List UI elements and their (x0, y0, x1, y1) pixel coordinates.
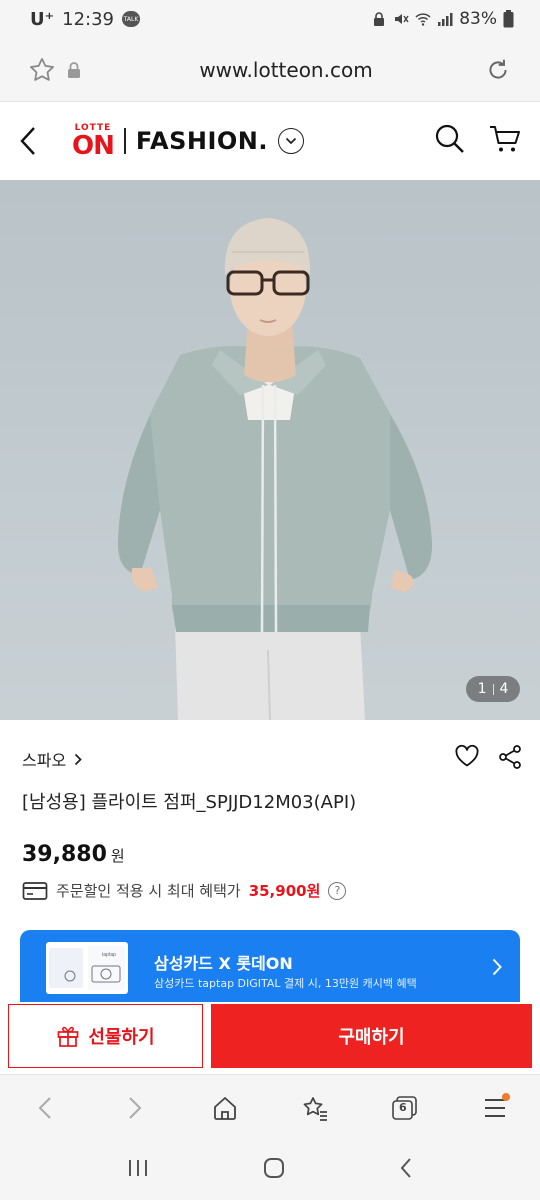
browser-home-button[interactable] (203, 1086, 247, 1130)
system-back-button[interactable] (399, 1157, 413, 1183)
recent-apps-icon (128, 1160, 147, 1176)
system-navigation-bar (0, 1140, 540, 1200)
back-button[interactable] (18, 121, 48, 161)
home-icon (214, 1096, 236, 1120)
chevron-left-icon (400, 1158, 412, 1178)
url-field[interactable]: www.lotteon.com (90, 58, 482, 82)
battery-percent: 83% (459, 9, 497, 29)
home-button[interactable] (262, 1156, 286, 1184)
bookmark-star-icon (303, 1096, 327, 1121)
browser-back-button[interactable] (23, 1086, 67, 1130)
gift-icon (58, 1026, 79, 1047)
chevron-right-icon (492, 958, 502, 976)
product-image[interactable]: 1 4 (0, 180, 540, 720)
browser-forward-button[interactable] (113, 1086, 157, 1130)
reload-button[interactable] (482, 54, 514, 86)
notification-dot (502, 1092, 510, 1101)
wishlist-button[interactable] (454, 744, 480, 774)
logo-big-text: ON (72, 130, 115, 161)
app-header: LOTTE ON FASHION. (0, 102, 540, 180)
browser-bookmarks-button[interactable] (293, 1086, 337, 1130)
logo-divider (123, 128, 126, 154)
recent-apps-button[interactable] (127, 1158, 149, 1182)
card-icon (22, 881, 48, 900)
product-price: 39,880 (22, 842, 107, 867)
promo-title: 삼성카드 X 롯데ON (154, 954, 293, 973)
shop-name-label: 스파오 (22, 751, 67, 770)
browser-toolbar: 6 (0, 1074, 540, 1140)
secure-lock-indicator[interactable] (58, 54, 90, 86)
promo-subtitle: 삼성카드 taptap DIGITAL 결제 시, 13만원 캐시백 혜택 (154, 977, 417, 990)
carrier-label: U⁺ (30, 8, 55, 30)
info-icon[interactable]: ? (328, 881, 347, 900)
buy-button[interactable]: 구매하기 (211, 1004, 532, 1068)
browser-tabs-button[interactable]: 6 (383, 1086, 427, 1130)
browser-menu-button[interactable] (473, 1086, 517, 1130)
buy-button-label: 구매하기 (338, 1027, 405, 1048)
lock-icon (68, 61, 80, 78)
image-counter: 1 4 (466, 676, 520, 702)
reload-icon (489, 59, 507, 78)
gift-button[interactable]: 선물하기 (8, 1004, 203, 1068)
product-title: [남성용] 플라이트 점퍼_SPJJD12M03(API) (22, 792, 357, 813)
clock: 12:39 (62, 8, 114, 30)
chevron-right-icon (75, 753, 82, 765)
wifi-icon (415, 13, 431, 26)
chevron-left-icon (38, 1096, 51, 1119)
counter-divider (492, 683, 494, 695)
lock-icon (374, 12, 385, 26)
chevron-left-icon (20, 127, 35, 155)
brand-row: 스파오 (22, 744, 522, 774)
lotteon-logo[interactable]: LOTTE ON (72, 123, 115, 161)
price-row: 39,880 원 (22, 842, 125, 867)
bookmark-star-button[interactable] (26, 54, 58, 86)
discount-row: 주문할인 적용 시 최대 혜택가 35,900원 ? (22, 880, 347, 901)
chevron-down-icon (285, 137, 297, 145)
product-photo (117, 218, 432, 720)
mute-icon (395, 14, 409, 24)
image-counter-total: 4 (499, 681, 509, 697)
currency-label: 원 (110, 847, 125, 865)
discount-price: 35,900원 (248, 882, 321, 900)
discount-label: 주문할인 적용 시 최대 혜택가 (56, 882, 241, 900)
heart-icon (455, 744, 479, 767)
promo-card-image: taptap (46, 942, 128, 994)
image-counter-current: 1 (477, 681, 487, 697)
star-icon (30, 57, 54, 81)
tabs-count: 6 (399, 1100, 407, 1114)
shop-link[interactable]: 스파오 (22, 747, 82, 771)
browser-url-bar: www.lotteon.com (0, 38, 540, 102)
fashion-brand-title[interactable]: FASHION. (136, 127, 268, 155)
cart-button[interactable] (488, 123, 522, 159)
promo-arrow[interactable] (492, 958, 502, 980)
svg-text:taptap: taptap (102, 952, 116, 958)
share-icon (499, 745, 521, 769)
chevron-right-icon (129, 1096, 142, 1119)
share-button[interactable] (498, 744, 522, 774)
brand-dropdown-button[interactable] (278, 128, 304, 154)
battery-icon (503, 10, 514, 28)
cart-icon (490, 126, 520, 152)
search-button[interactable] (434, 123, 466, 159)
signal-icon (438, 13, 453, 26)
purchase-bar: 선물하기 구매하기 (0, 1002, 540, 1074)
search-icon (435, 124, 464, 153)
home-pill-icon (263, 1158, 284, 1178)
status-bar: U⁺ 12:39 TALK 83% (0, 0, 540, 38)
samsung-card-icon: taptap (49, 946, 125, 990)
samsung-card-banner[interactable]: taptap 삼성카드 X 롯데ON 삼성카드 taptap DIGITAL 결… (20, 930, 520, 1002)
kakaotalk-icon: TALK (122, 11, 140, 27)
gift-button-label: 선물하기 (88, 1027, 155, 1048)
